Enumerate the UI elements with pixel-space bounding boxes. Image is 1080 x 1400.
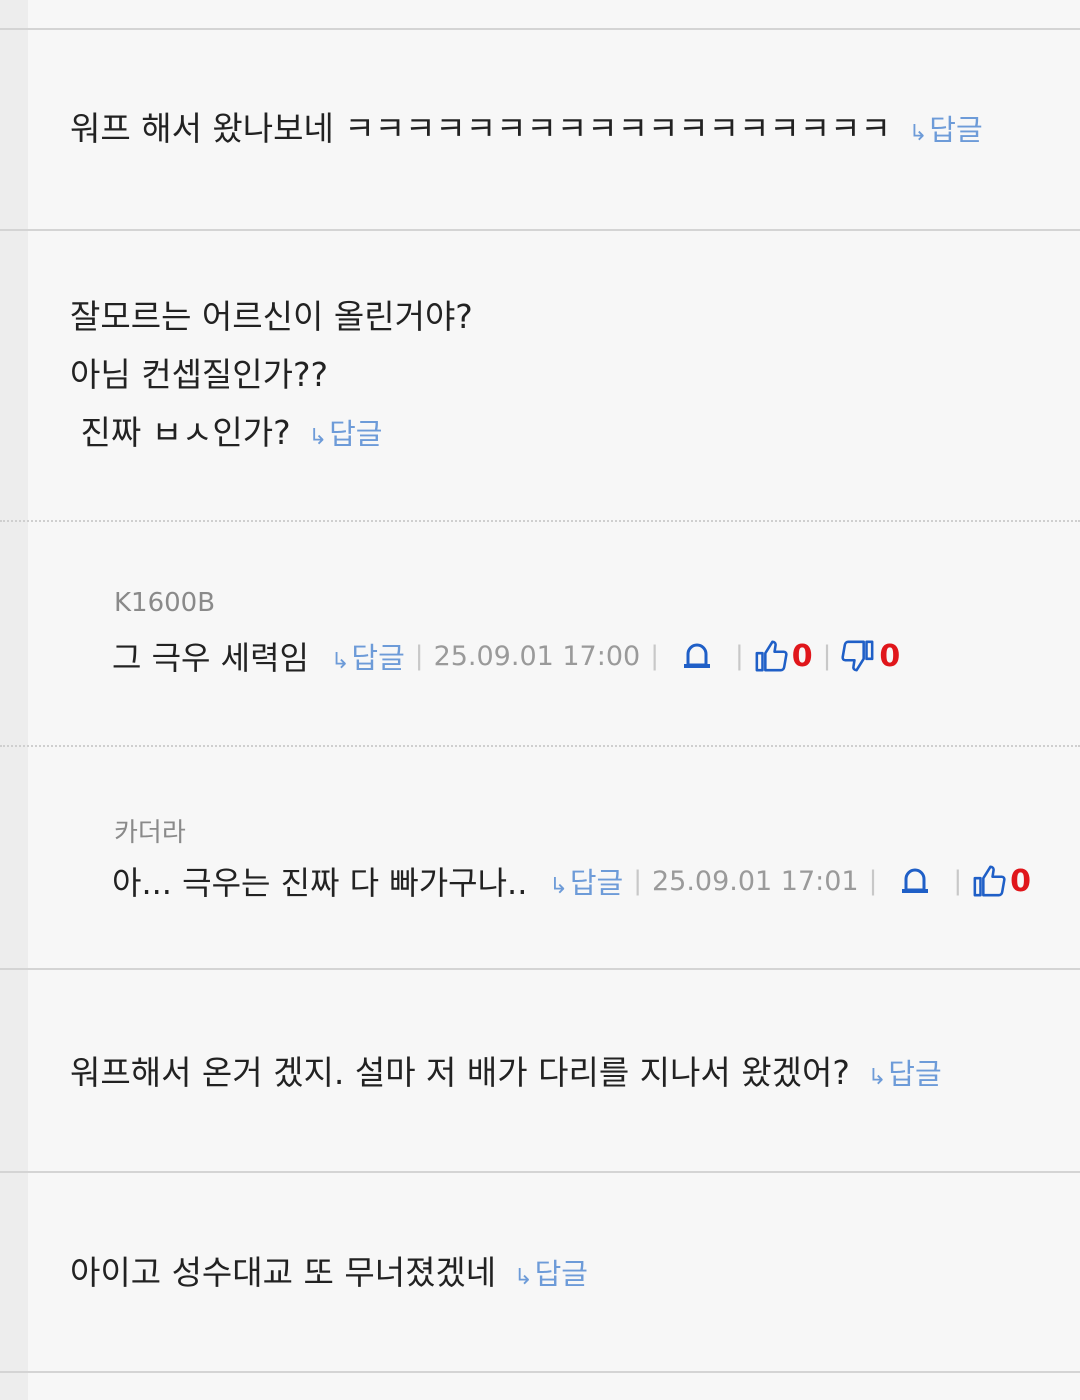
- left-gutter: [0, 0, 28, 1400]
- reply-button[interactable]: ↳ 답글: [331, 635, 405, 677]
- divider: [0, 968, 1080, 970]
- reply-button[interactable]: ↳ 답글: [549, 860, 623, 902]
- reply-arrow-icon: ↳: [330, 649, 350, 674]
- separator: |: [868, 866, 878, 896]
- comment-text: 워프해서 온거 겠지. 설마 저 배가 다리를 지나서 왔겠어?: [70, 1053, 850, 1092]
- separator: |: [953, 866, 963, 896]
- comment-item: 워프 해서 왔나보네 ㅋㅋㅋㅋㅋㅋㅋㅋㅋㅋㅋㅋㅋㅋㅋㅋㅋㅋ ↳ 답글: [70, 100, 983, 163]
- reply-arrow-icon: ↳: [514, 1265, 533, 1290]
- comment-text: 워프 해서 왔나보네 ㅋㅋㅋㅋㅋㅋㅋㅋㅋㅋㅋㅋㅋㅋㅋㅋㅋㅋ: [70, 109, 891, 148]
- reply-text: 아... 극우는 진짜 다 빠가구나..: [112, 864, 528, 902]
- reply-button[interactable]: ↳ 답글: [909, 101, 983, 163]
- reply-button[interactable]: ↳ 답글: [868, 1045, 942, 1107]
- reply-date: 25.09.01 17:00: [433, 640, 641, 672]
- divider: [0, 1371, 1080, 1373]
- divider: [0, 28, 1080, 30]
- like-count: 0: [1010, 863, 1032, 899]
- separator: |: [734, 641, 744, 671]
- dislike-count: 0: [879, 638, 901, 674]
- divider: [0, 1171, 1080, 1173]
- reply-item: 그 극우 세력임 ↳ 답글 | 25.09.01 17:00 | | 0 | 0: [112, 633, 900, 679]
- reply-date: 25.09.01 17:01: [651, 865, 859, 897]
- comment-item: 잘모르는 어르신이 올린거야? 아님 컨셉질인가?? 진짜 ㅂㅅ인가? ↳ 답글: [70, 288, 473, 467]
- like-count: 0: [791, 638, 813, 674]
- like-button[interactable]: 0: [754, 639, 813, 674]
- thumbs-up-icon: [755, 640, 788, 672]
- reply-item: 아... 극우는 진짜 다 빠가구나.. ↳ 답글 | 25.09.01 17:0…: [112, 858, 1031, 904]
- reply-arrow-icon: ↳: [908, 121, 928, 146]
- siren-icon[interactable]: [899, 867, 931, 895]
- separator: |: [414, 641, 424, 671]
- thumbs-down-icon: [841, 640, 874, 672]
- like-button[interactable]: 0: [972, 864, 1031, 899]
- dislike-button[interactable]: 0: [841, 639, 900, 674]
- comment-item: 아이고 성수대교 또 무너졌겠네 ↳ 답글: [70, 1244, 588, 1307]
- divider: [0, 229, 1080, 231]
- reply-arrow-icon: ↳: [867, 1065, 887, 1090]
- reply-text: 그 극우 세력임: [112, 639, 309, 677]
- comment-text-line: 아님 컨셉질인가??: [70, 355, 329, 394]
- siren-icon[interactable]: [681, 642, 713, 670]
- comment-text: 아이고 성수대교 또 무너졌겠네: [70, 1253, 497, 1292]
- separator: |: [633, 866, 642, 896]
- reply-arrow-icon: ↳: [549, 874, 568, 899]
- separator: |: [650, 641, 659, 671]
- reply-arrow-icon: ↳: [308, 425, 328, 450]
- thumbs-up-icon: [973, 865, 1006, 897]
- reply-nickname[interactable]: 카더라: [114, 812, 186, 849]
- comment-text-line: 잘모르는 어르신이 올린거야?: [70, 297, 473, 336]
- divider: [0, 745, 1080, 747]
- separator: |: [822, 641, 832, 671]
- comment-item: 워프해서 온거 겠지. 설마 저 배가 다리를 지나서 왔겠어? ↳ 답글: [70, 1044, 942, 1107]
- reply-nickname[interactable]: K1600B: [114, 588, 215, 618]
- divider: [0, 520, 1080, 522]
- reply-button[interactable]: ↳ 답글: [309, 405, 383, 467]
- reply-button[interactable]: ↳ 답글: [514, 1245, 588, 1307]
- comment-text-line: 진짜 ㅂㅅ인가?: [70, 413, 291, 452]
